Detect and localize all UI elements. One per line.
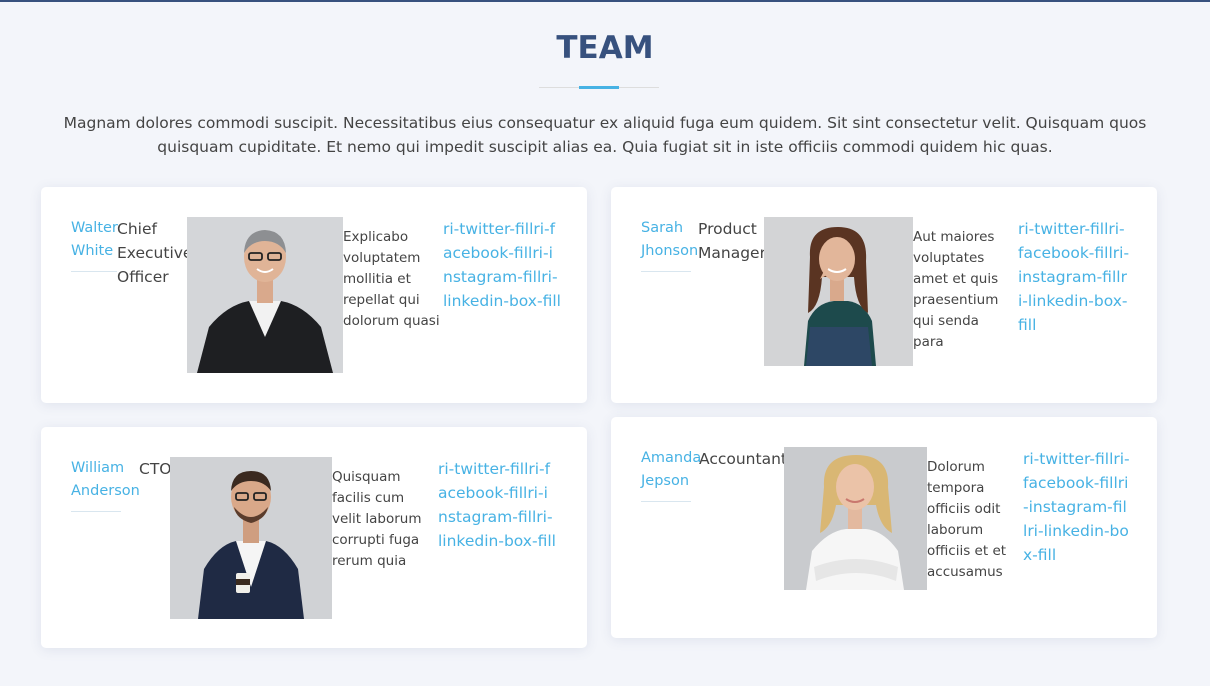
portrait-image-icon xyxy=(170,457,332,619)
member-name: Walter White xyxy=(71,220,118,259)
member-name: William Anderson xyxy=(71,460,140,499)
member-name: Amanda Jepson xyxy=(641,450,702,489)
member-bio: Quisquam facilis cum velit laborum corru… xyxy=(332,469,422,569)
member-bio: Explicabo voluptatem mollitia et repella… xyxy=(343,229,440,329)
social-links: ri-twitter-fillri-facebook-fillri-instag… xyxy=(1023,447,1131,567)
title-accent xyxy=(579,86,619,89)
member-role: CTO xyxy=(139,460,172,478)
team-member-card: Sarah Jhonson Product Manager Aut maiore… xyxy=(611,187,1157,403)
social-links: ri-twitter-fillri-facebook-fillri-instag… xyxy=(443,217,561,313)
twitter-link[interactable]: ri-twitter-fill xyxy=(1023,450,1113,468)
member-photo xyxy=(187,217,343,373)
section-intro: Magnam dolores commodi suscipit. Necessi… xyxy=(63,114,1147,156)
social-links: ri-twitter-fillri-facebook-fillri-instag… xyxy=(1018,217,1130,337)
member-bio: Dolorum tempora officiis odit laborum of… xyxy=(927,459,1007,580)
section-title: TEAM xyxy=(556,30,654,66)
team-member-card: Walter White Chief Executive Officer Exp… xyxy=(41,187,587,403)
member-photo xyxy=(784,447,927,590)
social-links: ri-twitter-fillri-facebook-fillri-instag… xyxy=(438,457,556,553)
team-member-card: William Anderson CTO Quisquam facilis cu… xyxy=(41,427,587,648)
member-role: Chief Executive Officer xyxy=(117,220,193,286)
linkedin-link[interactable]: ri-linkedin-box-fill xyxy=(1023,522,1129,564)
member-name: Sarah Jhonson xyxy=(641,220,699,259)
member-bio: Aut maiores voluptates amet et quis prae… xyxy=(913,229,999,350)
twitter-link[interactable]: ri-twitter-fill xyxy=(438,460,528,478)
portrait-image-icon xyxy=(187,217,343,373)
member-role: Product Manager xyxy=(698,220,766,262)
twitter-link[interactable]: ri-twitter-fill xyxy=(443,220,533,238)
name-underline xyxy=(71,271,117,272)
name-underline xyxy=(641,271,691,272)
name-underline xyxy=(71,511,121,512)
member-photo xyxy=(764,217,913,366)
name-underline xyxy=(641,501,691,502)
portrait-image-icon xyxy=(784,447,927,590)
twitter-link[interactable]: ri-twitter-fill xyxy=(1018,220,1108,238)
member-role: Accountant xyxy=(699,450,787,468)
member-photo xyxy=(170,457,332,619)
team-member-card: Amanda Jepson Accountant Dolorum tempora… xyxy=(611,417,1157,638)
portrait-image-icon xyxy=(764,217,913,366)
top-border xyxy=(0,0,1210,2)
